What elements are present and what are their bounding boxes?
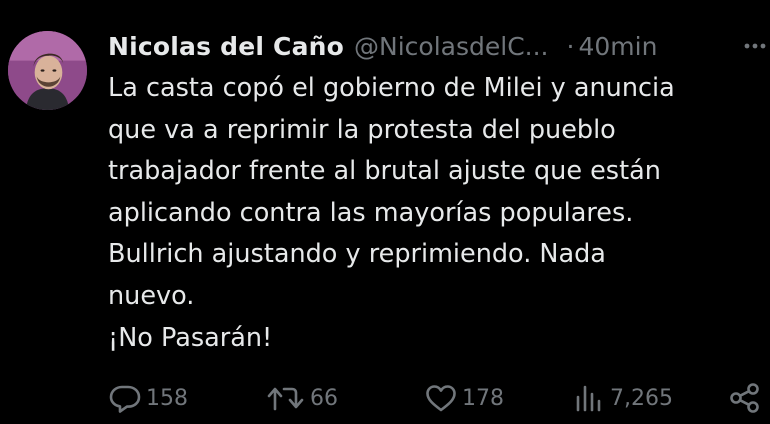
- tweet-text-line: La casta copó el gobierno de Milei y anu…: [108, 73, 675, 103]
- more-button[interactable]: [743, 36, 767, 56]
- tweet-actions: 158 66 178 7,265: [108, 378, 770, 418]
- tweet-timestamp[interactable]: 40min: [578, 32, 657, 61]
- more-icon: [744, 43, 766, 49]
- header-separator: ·: [566, 31, 575, 61]
- reply-button[interactable]: 158: [108, 378, 188, 418]
- tweet-text-line: nuevo.: [108, 280, 195, 311]
- like-button[interactable]: 178: [424, 378, 504, 418]
- author-display-name[interactable]: Nicolas del Caño: [108, 32, 344, 61]
- reply-icon: [108, 383, 142, 413]
- repost-button[interactable]: 66: [266, 378, 338, 418]
- tweet-text-line: ¡No Pasarán!: [108, 322, 273, 353]
- reply-count: 158: [146, 385, 188, 411]
- avatar[interactable]: [8, 31, 87, 110]
- repost-icon: [266, 383, 306, 413]
- tweet-text-line: que va a reprimir la protesta del pueblo: [108, 114, 616, 145]
- like-count: 178: [462, 385, 504, 411]
- heart-icon: [424, 383, 458, 413]
- tweet-text-line: trabajador frente al brutal ajuste que e…: [108, 156, 661, 187]
- tweet-text: La casta copó el gobierno de Milei y anu…: [108, 68, 760, 359]
- views-icon: [574, 383, 606, 413]
- share-button[interactable]: [728, 378, 766, 418]
- share-icon: [728, 382, 762, 414]
- tweet-text-line: Bullrich ajustando y reprimiendo. Nada: [108, 239, 606, 270]
- author-handle[interactable]: @NicolasdelC...: [354, 32, 548, 61]
- views-button[interactable]: 7,265: [574, 378, 673, 418]
- tweet-header: Nicolas del Caño @NicolasdelC... · 40min: [108, 28, 657, 64]
- tweet[interactable]: Nicolas del Caño @NicolasdelC... · 40min…: [0, 0, 770, 424]
- tweet-text-line: aplicando contra las mayorías populares.: [108, 197, 634, 228]
- views-count: 7,265: [610, 385, 673, 411]
- avatar-image: [8, 31, 87, 110]
- repost-count: 66: [310, 385, 338, 411]
